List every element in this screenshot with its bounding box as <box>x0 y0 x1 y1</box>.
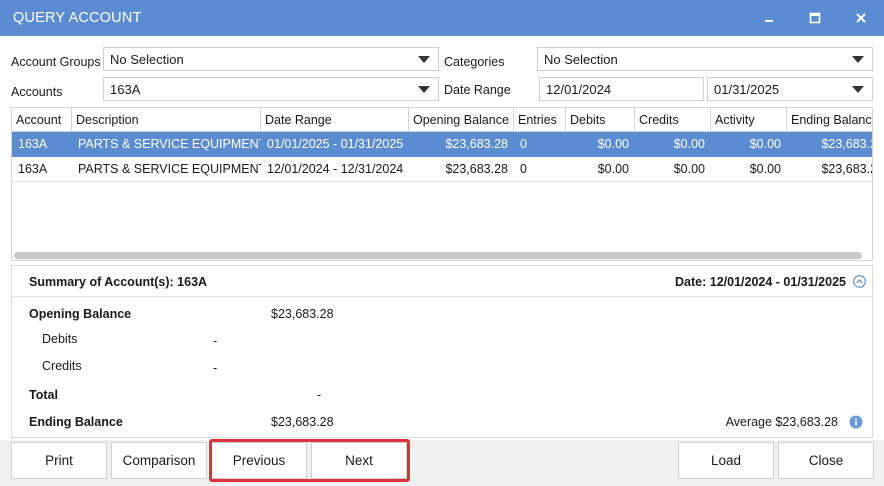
close-window-button[interactable] <box>838 0 884 36</box>
load-button[interactable]: Load <box>678 442 774 479</box>
categories-value: No Selection <box>544 52 618 67</box>
print-button[interactable]: Print <box>11 442 107 479</box>
column-header-date-range[interactable]: Date Range <box>261 108 409 132</box>
summary-date: Date: 12/01/2024 - 01/31/2025 <box>675 275 846 289</box>
credits-label: Credits <box>42 359 82 373</box>
minimize-button[interactable] <box>746 0 792 36</box>
date-to-value: 01/31/2025 <box>714 82 780 97</box>
cell-activity: $0.00 <box>749 162 781 176</box>
column-header-description[interactable]: Description <box>72 108 261 132</box>
table-row[interactable]: 163A PARTS & SERVICE EQUIPMENT 12/01/202… <box>12 157 872 182</box>
credits-value: - <box>213 361 218 375</box>
maximize-button[interactable] <box>792 0 838 36</box>
next-button[interactable]: Next <box>311 442 407 479</box>
date-range-label: Date Range <box>444 83 511 97</box>
cell-account: 163A <box>18 162 48 176</box>
chevron-down-icon <box>852 56 864 63</box>
title-bar: QUERY ACCOUNT <box>0 0 884 36</box>
cell-debits: $0.00 <box>597 137 629 151</box>
cell-credits: $0.00 <box>673 162 705 176</box>
cell-description: PARTS & SERVICE EQUIPMENT <box>78 137 261 151</box>
average-text: Average $23,683.28 <box>725 415 838 429</box>
cell-description: PARTS & SERVICE EQUIPMENT <box>78 162 261 176</box>
summary-title: Summary of Account(s): 163A <box>29 275 208 289</box>
cell-ending-balance: $23,683.28 <box>821 162 872 176</box>
debits-label: Debits <box>42 332 78 346</box>
summary-panel: Summary of Account(s): 163A Date: 12/01/… <box>11 265 873 438</box>
accounts-label: Accounts <box>11 85 63 99</box>
cell-entries: 0 <box>520 137 527 151</box>
column-header-credits[interactable]: Credits <box>635 108 711 132</box>
info-icon[interactable] <box>849 415 863 429</box>
ending-balance-value: $23,683.28 <box>271 415 334 429</box>
cell-ending-balance: $23,683.28 <box>821 137 872 151</box>
cell-opening-balance: $23,683.28 <box>445 162 508 176</box>
chevron-down-icon <box>418 86 430 93</box>
column-header-debits[interactable]: Debits <box>566 108 635 132</box>
cell-opening-balance: $23,683.28 <box>445 137 508 151</box>
grid-header: Account Description Date Range Opening B… <box>12 108 872 132</box>
maximize-icon <box>809 12 821 24</box>
cell-activity: $0.00 <box>749 137 781 151</box>
table-row[interactable]: 163A PARTS & SERVICE EQUIPMENT 01/01/202… <box>12 132 872 157</box>
cell-entries: 0 <box>520 162 527 176</box>
date-from-input[interactable]: 12/01/2024 <box>539 77 704 101</box>
summary-header: Summary of Account(s): 163A Date: 12/01/… <box>12 266 872 297</box>
date-from-value: 12/01/2024 <box>546 82 612 97</box>
scrollbar-thumb[interactable] <box>14 252 862 259</box>
account-groups-label: Account Groups <box>11 55 101 69</box>
opening-balance-value: $23,683.28 <box>271 307 334 321</box>
previous-button[interactable]: Previous <box>211 442 307 479</box>
cell-credits: $0.00 <box>673 137 705 151</box>
opening-balance-label: Opening Balance <box>29 307 132 321</box>
comparison-button[interactable]: Comparison <box>111 442 207 479</box>
cell-debits: $0.00 <box>597 162 629 176</box>
chevron-down-icon <box>852 86 864 93</box>
collapse-up-icon[interactable] <box>853 275 866 288</box>
column-header-ending-balance[interactable]: Ending Balance <box>787 108 872 132</box>
column-header-account[interactable]: Account <box>12 108 72 132</box>
account-groups-value: No Selection <box>110 52 184 67</box>
categories-label: Categories <box>444 55 505 69</box>
account-groups-dropdown[interactable]: No Selection <box>103 47 439 71</box>
accounts-value: 163A <box>110 82 141 97</box>
accounts-dropdown[interactable]: 163A <box>103 77 439 101</box>
close-icon <box>856 13 866 23</box>
window-title: QUERY ACCOUNT <box>13 10 142 26</box>
minimize-icon <box>765 20 773 22</box>
debits-value: - <box>213 334 218 348</box>
categories-dropdown[interactable]: No Selection <box>537 47 873 71</box>
cell-date-range: 01/01/2025 - 01/31/2025 <box>267 137 404 151</box>
chevron-down-icon <box>418 56 430 63</box>
total-label: Total <box>29 388 58 402</box>
column-header-entries[interactable]: Entries <box>514 108 566 132</box>
column-header-opening-balance[interactable]: Opening Balance <box>409 108 514 132</box>
close-button[interactable]: Close <box>778 442 874 479</box>
date-to-dropdown[interactable]: 01/31/2025 <box>707 77 873 101</box>
column-header-activity[interactable]: Activity <box>711 108 787 132</box>
ending-balance-label: Ending Balance <box>29 415 123 429</box>
cell-date-range: 12/01/2024 - 12/31/2024 <box>267 162 404 176</box>
horizontal-scrollbar[interactable] <box>12 249 872 260</box>
account-grid: Account Description Date Range Opening B… <box>11 107 873 261</box>
total-value: - <box>317 388 322 402</box>
cell-account: 163A <box>18 137 48 151</box>
